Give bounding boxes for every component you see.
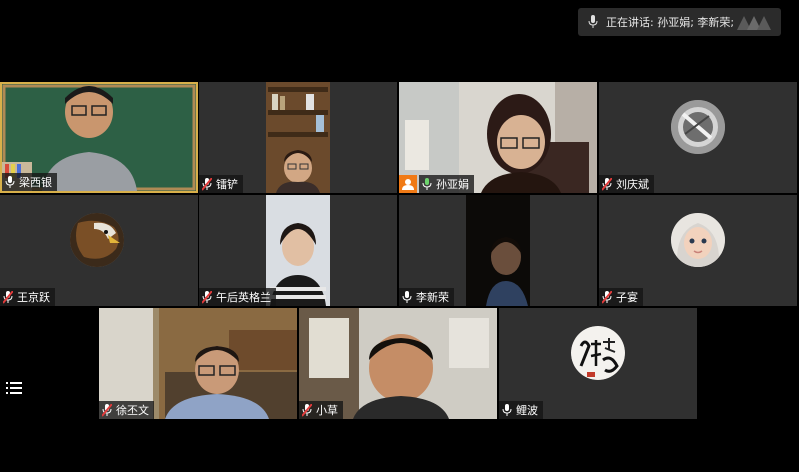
participant-name: 梁西银: [19, 176, 52, 189]
participant-name-label: 孙亚娟: [419, 175, 474, 193]
participant-name: 徐丕文: [116, 404, 149, 417]
participant-name: 李新荣: [416, 291, 449, 304]
participant-name: 鲤波: [516, 404, 538, 417]
avatar: [671, 213, 725, 267]
participant-name: 刘庆斌: [616, 178, 649, 191]
participant-tile[interactable]: 徐丕文: [99, 308, 297, 419]
participant-tile[interactable]: 子宴: [599, 195, 797, 306]
meeting-logo-icon: [737, 16, 771, 30]
muted-mic-icon: [102, 403, 112, 417]
muted-mic-icon: [602, 177, 612, 191]
menu-icon[interactable]: [6, 381, 22, 395]
participant-name-label: 梁西银: [2, 173, 57, 191]
mic-icon: [588, 15, 598, 28]
participant-tile[interactable]: 鲤波: [499, 308, 697, 419]
participant-tile[interactable]: 梁西银: [0, 82, 198, 193]
muted-mic-icon: [202, 290, 212, 304]
participant-tile[interactable]: 小草: [299, 308, 497, 419]
participant-tile[interactable]: 孙亚娟: [399, 82, 597, 193]
participant-name: 午后英格兰: [216, 291, 271, 304]
participant-name-label: 小草: [299, 401, 343, 419]
video-feed: [466, 195, 530, 306]
participant-name: 小草: [316, 404, 338, 417]
participant-name-label: 子宴: [599, 288, 643, 306]
avatar: [70, 213, 124, 267]
participant-name-label: 镭铲: [199, 175, 243, 193]
host-icon: [399, 175, 417, 193]
participant-tile[interactable]: 镭铲: [199, 82, 397, 193]
video-feed: [266, 82, 330, 193]
participant-name-label: 刘庆斌: [599, 175, 654, 193]
participant-name-label: 李新荣: [399, 288, 454, 306]
participant-name-label: 午后英格兰: [199, 288, 276, 306]
participant-tile[interactable]: 午后英格兰: [199, 195, 397, 306]
participant-tile[interactable]: 王京跃: [0, 195, 198, 306]
participant-tile[interactable]: 李新荣: [399, 195, 597, 306]
participant-name-label: 徐丕文: [99, 401, 154, 419]
muted-mic-icon: [302, 403, 312, 417]
participant-name-label: 鲤波: [499, 401, 543, 419]
participant-name: 王京跃: [17, 291, 50, 304]
muted-mic-icon: [602, 290, 612, 304]
mic-icon: [502, 403, 512, 416]
speaking-indicator: 正在讲话: 孙亚娟; 李新荣;: [578, 8, 781, 36]
mic-icon: [422, 177, 432, 190]
muted-mic-icon: [202, 177, 212, 191]
avatar: [671, 100, 725, 154]
participant-tile[interactable]: 刘庆斌: [599, 82, 797, 193]
mic-icon: [402, 290, 412, 303]
muted-mic-icon: [3, 290, 13, 304]
avatar: [571, 326, 625, 380]
participant-name: 孙亚娟: [436, 178, 469, 191]
participant-name-label: 王京跃: [0, 288, 55, 306]
participant-name: 子宴: [616, 291, 638, 304]
mic-icon: [5, 175, 15, 188]
participant-name: 镭铲: [216, 178, 238, 191]
speaking-text: 正在讲话: 孙亚娟; 李新荣;: [606, 16, 735, 29]
